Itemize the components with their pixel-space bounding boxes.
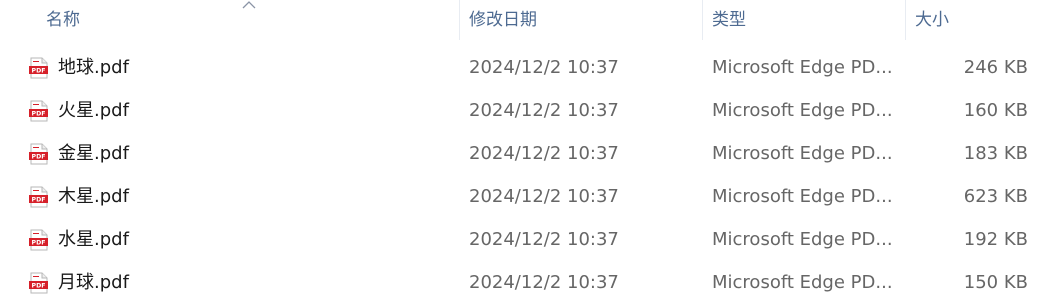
file-row[interactable]: PDF 月球.pdf 2024/12/2 10:37 Microsoft Edge P… <box>0 261 1048 303</box>
file-row[interactable]: PDF 木星.pdf 2024/12/2 10:37 Microsoft Edge P… <box>0 175 1048 218</box>
column-header-modified-label: 修改日期 <box>469 10 537 30</box>
file-size: 623 KB <box>963 186 1028 207</box>
file-row[interactable]: PDF 水星.pdf 2024/12/2 10:37 Microsoft Edge P… <box>0 218 1048 261</box>
file-modified-date: 2024/12/2 10:37 <box>469 100 619 121</box>
file-size: 150 KB <box>963 272 1028 293</box>
pdf-icon-label: PDF <box>32 196 46 203</box>
file-type: Microsoft Edge PD... <box>712 100 892 121</box>
file-name: 月球.pdf <box>58 272 129 293</box>
file-type: Microsoft Edge PD... <box>712 272 892 293</box>
file-modified-date: 2024/12/2 10:37 <box>469 57 619 78</box>
column-header-type-label: 类型 <box>712 10 746 30</box>
column-header-size-label: 大小 <box>915 10 949 30</box>
file-modified-date: 2024/12/2 10:37 <box>469 186 619 207</box>
file-row[interactable]: PDF 火星.pdf 2024/12/2 10:37 Microsoft Edge P… <box>0 89 1048 132</box>
column-header-type[interactable]: 类型 <box>703 0 906 40</box>
column-header-size[interactable]: 大小 <box>906 0 1048 40</box>
file-name: 地球.pdf <box>58 57 129 78</box>
file-size: 160 KB <box>963 100 1028 121</box>
file-name: 火星.pdf <box>58 100 129 121</box>
column-header-modified[interactable]: 修改日期 <box>460 0 703 40</box>
pdf-icon-label: PDF <box>32 67 46 74</box>
file-type: Microsoft Edge PD... <box>712 186 892 207</box>
file-size: 192 KB <box>963 229 1028 250</box>
file-modified-date: 2024/12/2 10:37 <box>469 272 619 293</box>
file-type: Microsoft Edge PD... <box>712 143 892 164</box>
pdf-icon-label: PDF <box>32 239 46 246</box>
column-header-bar: 名称 修改日期 类型 大小 <box>0 0 1048 40</box>
file-name: 木星.pdf <box>58 186 129 207</box>
file-type: Microsoft Edge PD... <box>712 229 892 250</box>
file-name: 水星.pdf <box>58 229 129 250</box>
file-name: 金星.pdf <box>58 143 129 164</box>
file-list-view: 名称 修改日期 类型 大小 PDF 地球.pdf 2024/12/2 10:37 Mi… <box>0 0 1048 303</box>
file-row[interactable]: PDF 金星.pdf 2024/12/2 10:37 Microsoft Edge P… <box>0 132 1048 175</box>
file-size: 246 KB <box>963 57 1028 78</box>
sort-up-chevron-icon <box>242 1 256 9</box>
file-modified-date: 2024/12/2 10:37 <box>469 229 619 250</box>
column-header-name-label: 名称 <box>46 10 80 30</box>
pdf-icon-label: PDF <box>32 153 46 160</box>
pdf-icon-label: PDF <box>32 282 46 289</box>
pdf-icon-label: PDF <box>32 110 46 117</box>
file-type: Microsoft Edge PD... <box>712 57 892 78</box>
file-size: 183 KB <box>963 143 1028 164</box>
file-row[interactable]: PDF 地球.pdf 2024/12/2 10:37 Microsoft Edge P… <box>0 46 1048 89</box>
file-modified-date: 2024/12/2 10:37 <box>469 143 619 164</box>
